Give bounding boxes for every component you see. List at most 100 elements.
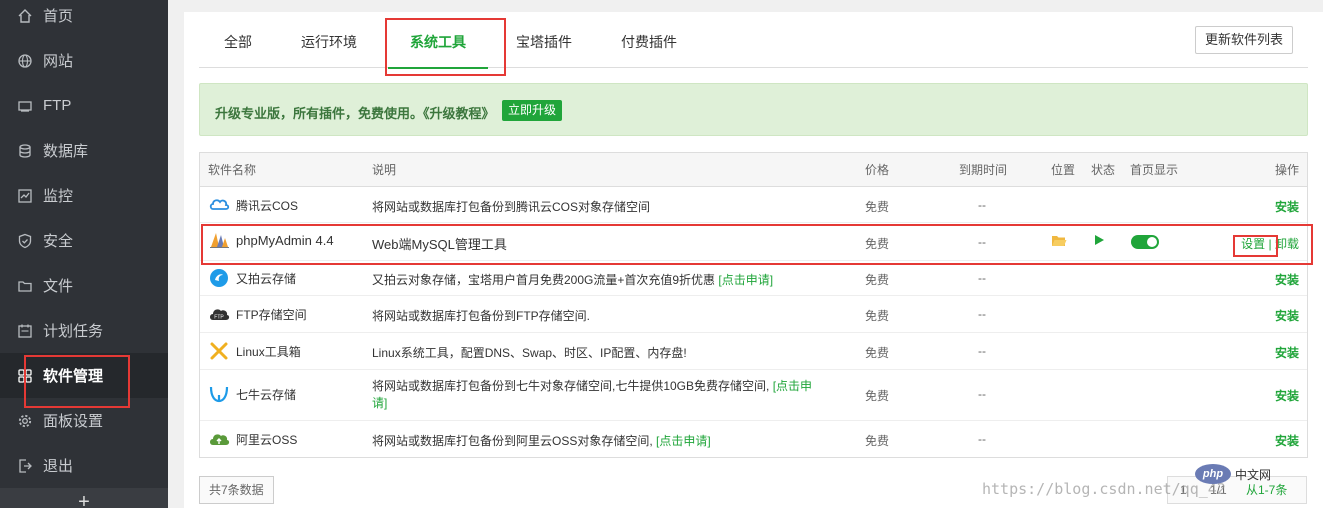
sidebar-item-label: 文件 xyxy=(43,278,74,295)
logout-icon xyxy=(17,458,33,474)
apply-link[interactable]: [点击申请] xyxy=(656,434,711,448)
folder-icon xyxy=(17,278,33,294)
php-logo-text: 中文网 xyxy=(1235,467,1272,482)
install-button[interactable]: 安装 xyxy=(1275,307,1299,324)
open-folder-icon[interactable] xyxy=(1051,234,1067,251)
tab-paid-plugins[interactable]: 付费插件 xyxy=(619,12,679,68)
sidebar-item-files[interactable]: 文件 xyxy=(0,263,168,308)
php-cn-logo: php 中文网 xyxy=(1195,464,1271,484)
table-header: 软件名称 说明 价格 到期时间 位置 状态 首页显示 操作 xyxy=(200,153,1307,187)
home-icon xyxy=(17,8,33,24)
aliyun-icon xyxy=(208,428,230,450)
sidebar-item-label: 监控 xyxy=(43,188,74,205)
sidebar-item-websites[interactable]: 网站 xyxy=(0,38,168,83)
sidebar-item-label: 退出 xyxy=(43,458,74,475)
homepage-toggle[interactable] xyxy=(1131,235,1159,249)
software-desc: Linux系统工具，配置DNS、Swap、时区、IP配置、内存盘! xyxy=(372,346,687,360)
action-separator: | xyxy=(1268,237,1272,251)
apply-link[interactable]: [点击申请] xyxy=(718,273,773,287)
software-price: 免费 xyxy=(865,434,890,448)
sidebar-item-logout[interactable]: 退出 xyxy=(0,443,168,488)
sidebar-item-label: 计划任务 xyxy=(43,323,104,340)
software-expire: -- xyxy=(978,307,986,321)
upgrade-alert: 升级专业版，所有插件，免费使用。《升级教程》 立即升级 xyxy=(199,83,1308,136)
total-count: 共7条数据 xyxy=(199,476,274,504)
gear-icon xyxy=(17,413,33,429)
header-name: 软件名称 xyxy=(208,163,257,177)
settings-link[interactable]: 设置 xyxy=(1241,237,1265,251)
tab-all[interactable]: 全部 xyxy=(217,12,259,68)
software-expire: -- xyxy=(978,235,986,249)
install-button[interactable]: 安装 xyxy=(1275,387,1299,404)
sidebar-item-monitor[interactable]: 监控 xyxy=(0,173,168,218)
header-expire: 到期时间 xyxy=(959,163,1008,177)
header-desc: 说明 xyxy=(372,163,397,177)
software-table: 软件名称 说明 价格 到期时间 位置 状态 首页显示 操作 腾讯云COS 将网站… xyxy=(199,152,1308,458)
refresh-software-list-button[interactable]: 更新软件列表 xyxy=(1194,26,1293,54)
phpmyadmin-icon xyxy=(208,229,230,251)
software-expire: -- xyxy=(978,198,986,212)
upgrade-now-button[interactable]: 立即升级 xyxy=(502,100,563,121)
tab-system-tools[interactable]: 系统工具 xyxy=(388,12,488,69)
install-button[interactable]: 安装 xyxy=(1275,432,1299,449)
software-price: 免费 xyxy=(865,237,890,251)
sidebar-item-settings[interactable]: 面板设置 xyxy=(0,398,168,443)
software-desc: Web端MySQL管理工具 xyxy=(372,237,507,252)
sidebar-item-ftp[interactable]: FTP xyxy=(0,83,168,128)
software-expire: -- xyxy=(978,344,986,358)
software-price: 免费 xyxy=(865,309,890,323)
table-row: Linux工具箱 Linux系统工具，配置DNS、Swap、时区、IP配置、内存… xyxy=(200,333,1307,370)
play-icon[interactable] xyxy=(1093,234,1105,249)
install-button[interactable]: 安装 xyxy=(1275,198,1299,215)
software-price: 免费 xyxy=(865,346,890,360)
software-desc: 将网站或数据库打包备份到七牛对象存储空间,七牛提供10GB免费存储空间, xyxy=(372,379,773,393)
sidebar-item-label: 数据库 xyxy=(43,143,89,160)
shield-icon xyxy=(17,233,33,249)
software-name: 七牛云存储 xyxy=(236,387,297,402)
ftp-cloud-icon: FTP xyxy=(208,303,230,325)
header-status: 状态 xyxy=(1091,163,1116,177)
monitor-icon xyxy=(17,188,33,204)
sidebar-item-cron[interactable]: 计划任务 xyxy=(0,308,168,353)
sidebar-item-label: 网站 xyxy=(43,53,74,70)
software-name: Linux工具箱 xyxy=(236,344,301,359)
tab-bt-plugins[interactable]: 宝塔插件 xyxy=(514,12,574,68)
software-desc: 又拍云对象存储，宝塔用户首月免费200G流量+首次充值9折优惠 xyxy=(372,273,719,287)
sidebar-item-home[interactable]: 首页 xyxy=(0,0,168,38)
sidebar-item-database[interactable]: 数据库 xyxy=(0,128,168,173)
software-expire: -- xyxy=(978,432,986,446)
sidebar-item-software[interactable]: 软件管理 xyxy=(0,353,168,398)
header-homepage: 首页显示 xyxy=(1130,163,1179,177)
ftp-icon xyxy=(17,98,33,114)
svg-text:FTP: FTP xyxy=(214,315,224,321)
sidebar-add-button[interactable]: + xyxy=(0,488,168,508)
calendar-icon xyxy=(17,323,33,339)
software-name: phpMyAdmin 4.4 xyxy=(236,232,334,248)
table-row: 七牛云存储 将网站或数据库打包备份到七牛对象存储空间,七牛提供10GB免费存储空… xyxy=(200,370,1307,421)
uninstall-link[interactable]: 卸载 xyxy=(1275,237,1299,251)
software-name: 阿里云OSS xyxy=(236,432,298,447)
table-row: FTP FTP存储空间 将网站或数据库打包备份到FTP存储空间. 免费 -- 安… xyxy=(200,296,1307,333)
software-expire: -- xyxy=(978,387,986,401)
software-name: FTP存储空间 xyxy=(236,307,307,322)
main-panel: 全部 运行环境 系统工具 宝塔插件 付费插件 更新软件列表 升级专业版，所有插件… xyxy=(184,12,1323,508)
software-desc: 将网站或数据库打包备份到阿里云OSS对象存储空间, xyxy=(372,434,657,448)
header-price: 价格 xyxy=(865,163,890,177)
software-price: 免费 xyxy=(865,273,890,287)
install-button[interactable]: 安装 xyxy=(1275,344,1299,361)
software-price: 免费 xyxy=(865,389,890,403)
table-row: phpMyAdmin 4.4 Web端MySQL管理工具 免费 -- 设置 | … xyxy=(200,223,1307,261)
software-price: 免费 xyxy=(865,200,890,214)
globe-icon xyxy=(17,53,33,69)
sidebar: 首页 网站 FTP 数据库 监控 安全 文件 计划任务 软件管理 面板设置 退出… xyxy=(0,0,168,508)
upyun-icon xyxy=(208,267,230,289)
database-icon xyxy=(17,143,33,159)
sidebar-item-label: 首页 xyxy=(43,8,74,25)
table-row: 腾讯云COS 将网站或数据库打包备份到腾讯云COS对象存储空间 免费 -- 安装 xyxy=(200,187,1307,223)
cloud-cos-icon xyxy=(208,194,230,216)
install-button[interactable]: 安装 xyxy=(1275,271,1299,288)
tab-runtime[interactable]: 运行环境 xyxy=(299,12,359,68)
software-name: 又拍云存储 xyxy=(236,271,297,286)
sidebar-item-security[interactable]: 安全 xyxy=(0,218,168,263)
software-name: 腾讯云COS xyxy=(236,198,299,213)
